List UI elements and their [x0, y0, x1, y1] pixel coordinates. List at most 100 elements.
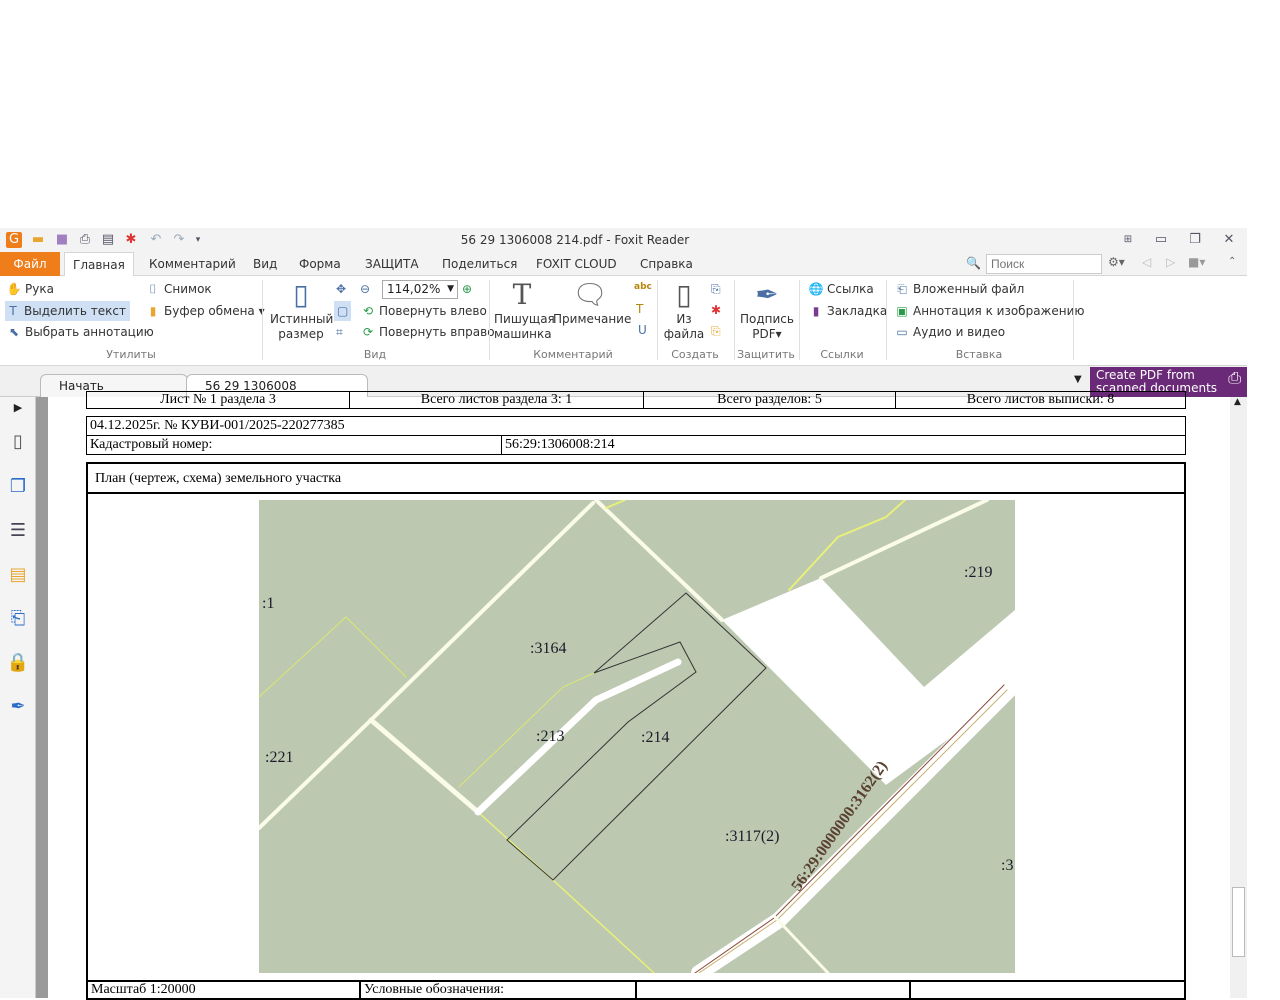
label: Аудио и видео — [913, 325, 1006, 339]
settings-icon[interactable]: ⚙▾ — [1108, 255, 1125, 269]
film-icon: ▭ — [896, 325, 908, 339]
select-annotation-tool[interactable]: ⬉ Выбрать аннотацию — [6, 322, 154, 342]
layers-icon[interactable]: ☰ — [6, 520, 30, 544]
sections-cell: Всего разделов: 5 — [643, 391, 896, 409]
search-input[interactable] — [986, 254, 1102, 274]
tab-help[interactable]: Справка — [632, 252, 701, 276]
tab-comment[interactable]: Комментарий — [141, 252, 244, 276]
label-214: :214 — [641, 729, 669, 746]
record-number: 04.12.2025г. № КУВИ-001/2025-220277385 — [86, 416, 1186, 436]
tab-share[interactable]: Поделиться — [434, 252, 525, 276]
scrollbar-thumb[interactable] — [1232, 887, 1245, 957]
group-label-create: Создать — [671, 348, 719, 361]
underline-icon[interactable]: U — [638, 323, 647, 337]
title-bar: G ▬ ■ ⎙ ▤ ✱ ↶ ↷ ▾ 56 29 1306008 214.pdf … — [0, 228, 1247, 252]
zoom-out-icon[interactable]: ⊖ — [360, 279, 370, 299]
close-button[interactable]: ✕ — [1221, 232, 1237, 248]
paperclip-icon: ⎗ — [897, 282, 907, 296]
tab-foxit-cloud[interactable]: FOXIT CLOUD — [528, 252, 625, 276]
label: файла — [663, 327, 705, 341]
label: Повернуть влево — [379, 304, 487, 318]
tab-protect[interactable]: ЗАЩИТА — [357, 252, 427, 276]
minimize-button[interactable]: ▭ — [1153, 232, 1169, 248]
actual-size-button[interactable]: ▯ Истинный размер — [270, 278, 334, 342]
rotate-right-icon: ⟳ — [362, 325, 374, 339]
cadastral-label: Кадастровый номер: — [86, 435, 502, 455]
panel-resize-handle[interactable] — [36, 397, 48, 998]
snapshot-button[interactable]: ⌷ Снимок — [145, 279, 211, 299]
collapse-ribbon-icon[interactable]: ⌃ — [1228, 256, 1236, 267]
label: Буфер обмена — [164, 304, 255, 318]
security-icon[interactable]: 🔒 — [6, 652, 30, 676]
bookmark-button[interactable]: ▮ Закладка — [808, 301, 888, 321]
zoom-in-icon[interactable]: ⊕ — [462, 279, 472, 299]
hand-tool[interactable]: ✋ Рука — [6, 279, 54, 299]
label: Ссылка — [827, 282, 874, 296]
bookmarks-icon[interactable]: ▯ — [6, 431, 30, 455]
scroll-up-icon[interactable]: ▲ — [1234, 397, 1241, 407]
attachment-button[interactable]: ⎗ Вложенный файл — [894, 279, 1024, 299]
label: Аннотация к изображению — [913, 304, 1085, 318]
pages-icon[interactable]: ❐ — [6, 476, 30, 500]
vertical-scrollbar[interactable]: ▲ — [1230, 397, 1247, 998]
section-sheets-cell: Всего листов раздела 3: 1 — [349, 391, 644, 409]
signatures-icon[interactable]: ✒ — [6, 696, 30, 720]
label-3164: :3164 — [530, 640, 566, 657]
page-icon: ▯ — [293, 278, 309, 311]
image-icon: ▣ — [896, 304, 908, 318]
tab-form[interactable]: Форма — [291, 252, 349, 276]
image-annotation-button[interactable]: ▣ Аннотация к изображению — [894, 301, 1084, 321]
comments-icon[interactable]: ▤ — [6, 564, 30, 588]
group-label-view: Вид — [363, 348, 387, 361]
cadastral-map: :219 :1 :3164 :213 :214 :221 :3117(2) :3… — [259, 500, 1015, 973]
fit-page-icon[interactable]: ▢ — [334, 301, 352, 321]
sign-pdf-button[interactable]: ✒ Подпись PDF▾ — [738, 278, 796, 342]
highlight-icon[interactable]: abc — [634, 282, 652, 292]
strikeout-icon[interactable]: T — [636, 302, 643, 316]
fit-width-icon[interactable]: ✥ — [336, 279, 346, 299]
label: Закладка — [827, 304, 888, 318]
user-icon[interactable]: ■▾ — [1188, 255, 1205, 269]
total-sheets-cell: Всего листов выписки: 8 — [895, 391, 1186, 409]
group-label-protect: Защитить — [737, 348, 795, 361]
table-cell — [635, 980, 911, 1000]
from-clipboard-icon[interactable]: ⎘ — [711, 324, 721, 339]
fit-visible-icon[interactable]: ⌗ — [336, 322, 343, 342]
label: PDF▾ — [752, 327, 782, 341]
rotate-left-icon: ⟲ — [362, 304, 374, 318]
file-icon: ▯ — [676, 278, 692, 311]
tab-home[interactable]: Главная — [64, 252, 134, 277]
tab-view[interactable]: Вид — [245, 252, 285, 276]
group-label-links: Ссылки — [820, 348, 864, 361]
clipboard-button[interactable]: ▮ Буфер обмена ▾ — [145, 301, 265, 321]
search-folder-icon[interactable]: 🔍 — [966, 256, 981, 270]
rotate-right-button[interactable]: ⟳ Повернуть вправо — [360, 322, 495, 342]
layout-icon[interactable]: ⊞ — [1120, 232, 1136, 248]
restore-button[interactable]: ❐ — [1187, 232, 1203, 248]
divider — [1073, 280, 1074, 360]
forward-icon[interactable]: ▷ — [1166, 255, 1175, 269]
note-button[interactable]: 🗨 Примечание — [553, 278, 631, 327]
audio-video-button[interactable]: ▭ Аудио и видео — [894, 322, 1005, 342]
label: Истинный — [270, 312, 334, 326]
zoom-select[interactable]: 114,02% ▼ — [382, 280, 458, 299]
blank-page-icon[interactable]: ✱ — [711, 303, 721, 317]
label: Из — [676, 312, 692, 326]
legend-label: Условные обозначения: — [359, 980, 637, 1000]
hand-icon: ✋ — [6, 282, 22, 296]
back-icon[interactable]: ◁ — [1142, 255, 1151, 269]
cadastral-value: 56:29:1306008:214 — [501, 435, 1186, 455]
expand-panel-icon[interactable]: ▶ — [6, 401, 30, 425]
label: Подпись — [740, 312, 794, 326]
from-scanner-icon[interactable]: ⎘ — [711, 282, 721, 297]
rotate-left-button[interactable]: ⟲ Повернуть влево — [360, 301, 487, 321]
pen-icon: ✒ — [755, 278, 779, 311]
tab-file[interactable]: Файл — [0, 252, 60, 276]
from-file-button[interactable]: ▯ Из файла — [662, 278, 706, 342]
typewriter-button[interactable]: T Пишущая машинка — [494, 278, 555, 342]
tab-list-icon[interactable]: ▼ — [1074, 374, 1082, 385]
link-button[interactable]: 🌐 Ссылка — [808, 279, 874, 299]
select-text-tool[interactable]: T Выделить текст — [5, 301, 130, 321]
camera-icon: ⌷ — [149, 282, 157, 296]
attachments-icon[interactable]: ⎗ — [6, 608, 30, 632]
